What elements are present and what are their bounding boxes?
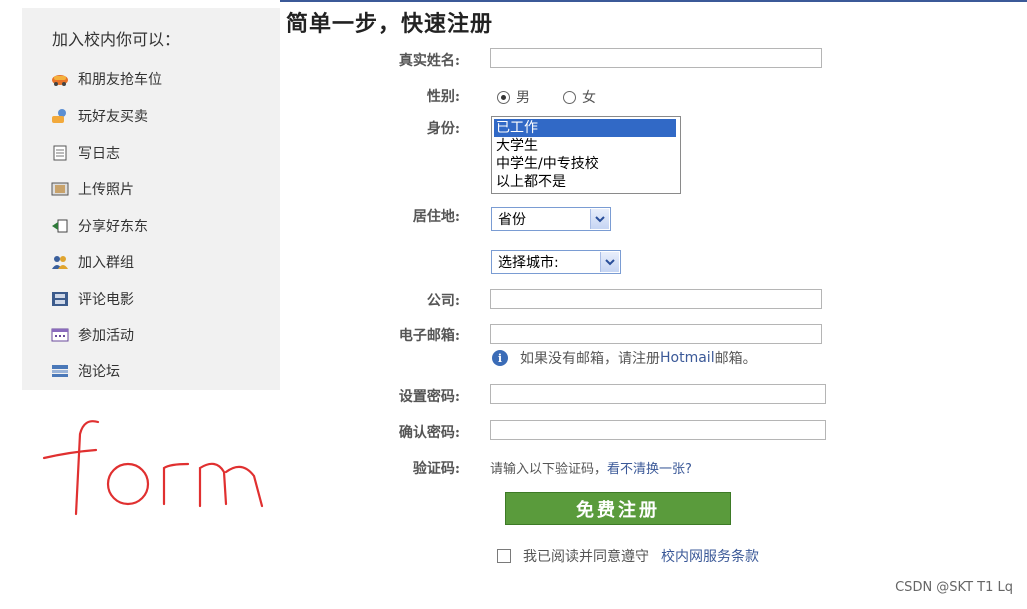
confirm-password-label: 确认密码:	[398, 425, 460, 441]
friends-trade-icon	[50, 107, 70, 125]
sidebar-item-label: 上传照片	[78, 182, 134, 198]
captcha-prompt: 请输入以下验证码，	[490, 462, 608, 477]
top-border	[280, 0, 1027, 2]
terms-text: 我已阅读并同意遵守	[523, 549, 649, 565]
sidebar-item-film[interactable]: 评论电影	[50, 288, 134, 310]
identity-listbox[interactable]: 已工作 大学生 中学生/中专技校 以上都不是	[491, 116, 681, 194]
sidebar-title: 加入校内你可以：	[52, 30, 181, 49]
email-input[interactable]	[490, 324, 822, 344]
identity-option[interactable]: 以上都不是	[494, 173, 678, 191]
page-title: 简单一步，快速注册	[286, 12, 494, 37]
email-label: 电子邮箱:	[398, 328, 460, 344]
film-icon	[50, 290, 70, 308]
group-icon	[50, 253, 70, 271]
gender-male-radio[interactable]	[497, 90, 510, 104]
captcha-row: 请输入以下验证码，看不清换一张?	[490, 458, 692, 477]
sidebar-item-label: 评论电影	[78, 292, 134, 308]
calendar-icon	[50, 326, 70, 344]
sidebar-item-share[interactable]: 分享好东东	[50, 215, 148, 237]
photo-icon	[50, 180, 70, 198]
confirm-password-input[interactable]	[490, 420, 826, 440]
sidebar-item-group[interactable]: 加入群组	[50, 251, 134, 273]
sidebar-item-label: 分享好东东	[78, 219, 148, 235]
company-label: 公司:	[426, 293, 460, 309]
share-icon	[50, 217, 70, 235]
email-hint: i 如果没有邮箱，请注册 Hotmail 邮箱。	[492, 348, 757, 368]
gender-female-radio[interactable]	[563, 90, 576, 104]
province-select[interactable]: 省份	[491, 207, 611, 231]
sidebar-item-label: 参加活动	[78, 328, 134, 344]
password-input[interactable]	[490, 384, 826, 404]
sidebar: 加入校内你可以： 和朋友抢车位 玩好友买卖 写日志 上传照片 分享好东东 加入群…	[22, 8, 280, 390]
sidebar-item-label: 玩好友买卖	[78, 109, 148, 125]
sidebar-item-forum[interactable]: 泡论坛	[50, 360, 120, 382]
company-input[interactable]	[490, 289, 822, 309]
gender-male-text: 男	[516, 90, 530, 106]
sidebar-item-photo[interactable]: 上传照片	[50, 178, 134, 200]
annotation-text: form	[40, 414, 77, 418]
gender-male-option[interactable]: 男	[497, 87, 530, 107]
city-value: 选择城市:	[498, 255, 559, 271]
password-label: 设置密码:	[398, 389, 460, 405]
sidebar-item-blog[interactable]: 写日志	[50, 142, 120, 164]
real-name-label: 真实姓名:	[398, 53, 460, 69]
car-icon	[50, 70, 70, 88]
terms-checkbox[interactable]	[497, 549, 511, 563]
captcha-label: 验证码:	[412, 461, 460, 477]
sidebar-item-label: 和朋友抢车位	[78, 72, 162, 88]
handwritten-annotation: form	[40, 414, 264, 516]
terms-link[interactable]: 校内网服务条款	[661, 546, 759, 566]
notebook-icon	[50, 144, 70, 162]
sidebar-item-parking[interactable]: 和朋友抢车位	[50, 68, 162, 90]
sidebar-item-label: 泡论坛	[78, 364, 120, 380]
gender-female-text: 女	[582, 90, 596, 106]
terms-agreement: 我已阅读并同意遵守 校内网服务条款	[497, 546, 759, 566]
hotmail-link[interactable]: Hotmail	[660, 350, 715, 366]
city-select[interactable]: 选择城市:	[491, 250, 621, 274]
register-button[interactable]: 免费注册	[505, 492, 731, 525]
gender-female-option[interactable]: 女	[563, 87, 596, 107]
identity-option[interactable]: 已工作	[494, 119, 676, 137]
identity-option[interactable]: 中学生/中专技校	[494, 155, 678, 173]
sidebar-item-label: 加入群组	[78, 255, 134, 271]
sidebar-item-label: 写日志	[78, 146, 120, 162]
identity-option[interactable]: 大学生	[494, 137, 678, 155]
sidebar-item-trade[interactable]: 玩好友买卖	[50, 105, 148, 127]
email-hint-prefix: 如果没有邮箱，请注册	[520, 351, 660, 367]
chevron-down-icon[interactable]	[590, 209, 609, 229]
email-hint-suffix: 邮箱。	[714, 351, 757, 367]
captcha-refresh-link[interactable]: 看不清换一张?	[607, 462, 692, 477]
info-icon: i	[492, 350, 508, 366]
watermark: CSDN @SKT T1 Lq	[895, 580, 1013, 595]
residence-label: 居住地:	[412, 209, 460, 225]
identity-label: 身份:	[426, 121, 460, 137]
sidebar-item-event[interactable]: 参加活动	[50, 324, 134, 346]
gender-label: 性别:	[426, 89, 460, 105]
forum-icon	[50, 362, 70, 380]
chevron-down-icon[interactable]	[600, 252, 619, 272]
real-name-input[interactable]	[490, 48, 822, 68]
province-value: 省份	[498, 212, 526, 228]
